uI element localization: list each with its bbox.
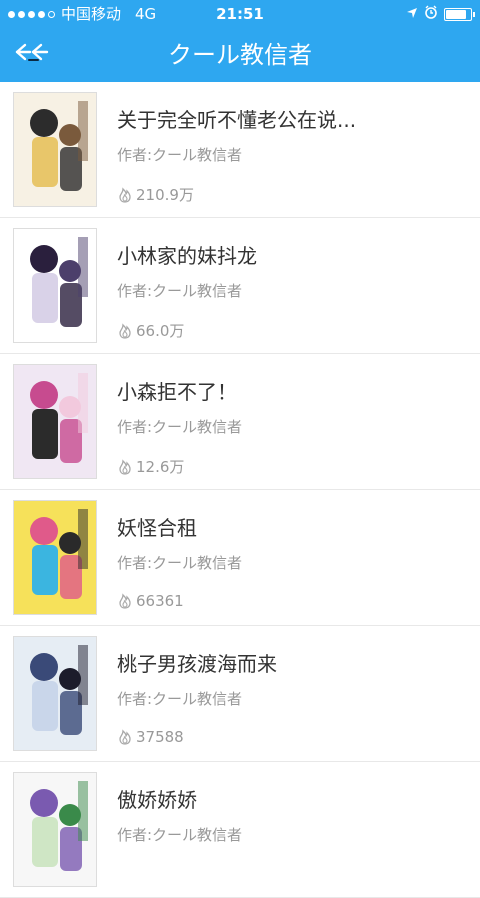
- cover-image: [13, 636, 97, 751]
- view-count: 66.0万: [136, 322, 185, 340]
- view-count: 210.9万: [136, 186, 194, 204]
- view-count: 37588: [136, 728, 184, 746]
- view-count: 12.6万: [136, 458, 185, 476]
- list-item-5[interactable]: 桃子男孩渡海而来 作者:クール教信者 37588: [0, 626, 480, 762]
- item-author: 作者:クール教信者: [117, 554, 243, 572]
- fire-icon: [117, 729, 133, 745]
- item-views: 210.9万: [117, 184, 194, 205]
- battery-fill: [446, 9, 466, 19]
- item-title: 小森拒不了！: [117, 380, 237, 404]
- nav-bar: クール教信者: [0, 28, 480, 82]
- list-item-1[interactable]: 关于完全听不懂老公在说... 作者:クール教信者 210.9万: [0, 82, 480, 218]
- status-bar: 中国移动 4G 21:51: [0, 0, 480, 28]
- comic-list: 关于完全听不懂老公在说... 作者:クール教信者 210.9万 小林家的妹抖龙 …: [0, 82, 480, 898]
- item-author: 作者:クール教信者: [117, 418, 243, 436]
- location-icon: [406, 0, 418, 28]
- status-right: [406, 0, 475, 28]
- cover-image: [13, 364, 97, 479]
- view-count: 66361: [136, 592, 184, 610]
- page-title: クール教信者: [168, 41, 312, 69]
- item-author: 作者:クール教信者: [117, 690, 243, 708]
- item-author: 作者:クール教信者: [117, 826, 243, 844]
- cover-image: [13, 772, 97, 887]
- fire-icon: [117, 593, 133, 609]
- item-title: 小林家的妹抖龙: [117, 244, 257, 268]
- item-views: 66.0万: [117, 320, 184, 341]
- list-item-6[interactable]: 傲娇娇娇 作者:クール教信者: [0, 762, 480, 898]
- alarm-icon: [424, 0, 438, 28]
- list-item-3[interactable]: 小森拒不了！ 作者:クール教信者 12.6万: [0, 354, 480, 490]
- item-title: 关于完全听不懂老公在说...: [117, 108, 357, 132]
- cover-image: [13, 228, 97, 343]
- cover-image: [13, 92, 97, 207]
- cover-image: [13, 500, 97, 615]
- item-views: 37588: [117, 728, 184, 746]
- battery-icon: [444, 7, 475, 21]
- fire-icon: [117, 458, 133, 475]
- list-item-2[interactable]: 小林家的妹抖龙 作者:クール教信者 66.0万: [0, 218, 480, 354]
- item-title: 妖怪合租: [117, 516, 197, 540]
- item-views: 12.6万: [117, 456, 184, 477]
- item-views: 66361: [117, 592, 184, 610]
- item-author: 作者:クール教信者: [117, 146, 243, 164]
- fire-icon: [117, 186, 133, 203]
- top-bar: 中国移动 4G 21:51 クール教信者: [0, 0, 480, 82]
- list-item-4[interactable]: 妖怪合租 作者:クール教信者 66361: [0, 490, 480, 626]
- item-author: 作者:クール教信者: [117, 282, 243, 300]
- item-title: 桃子男孩渡海而来: [117, 652, 277, 676]
- fire-icon: [117, 322, 133, 339]
- item-title: 傲娇娇娇: [117, 788, 197, 812]
